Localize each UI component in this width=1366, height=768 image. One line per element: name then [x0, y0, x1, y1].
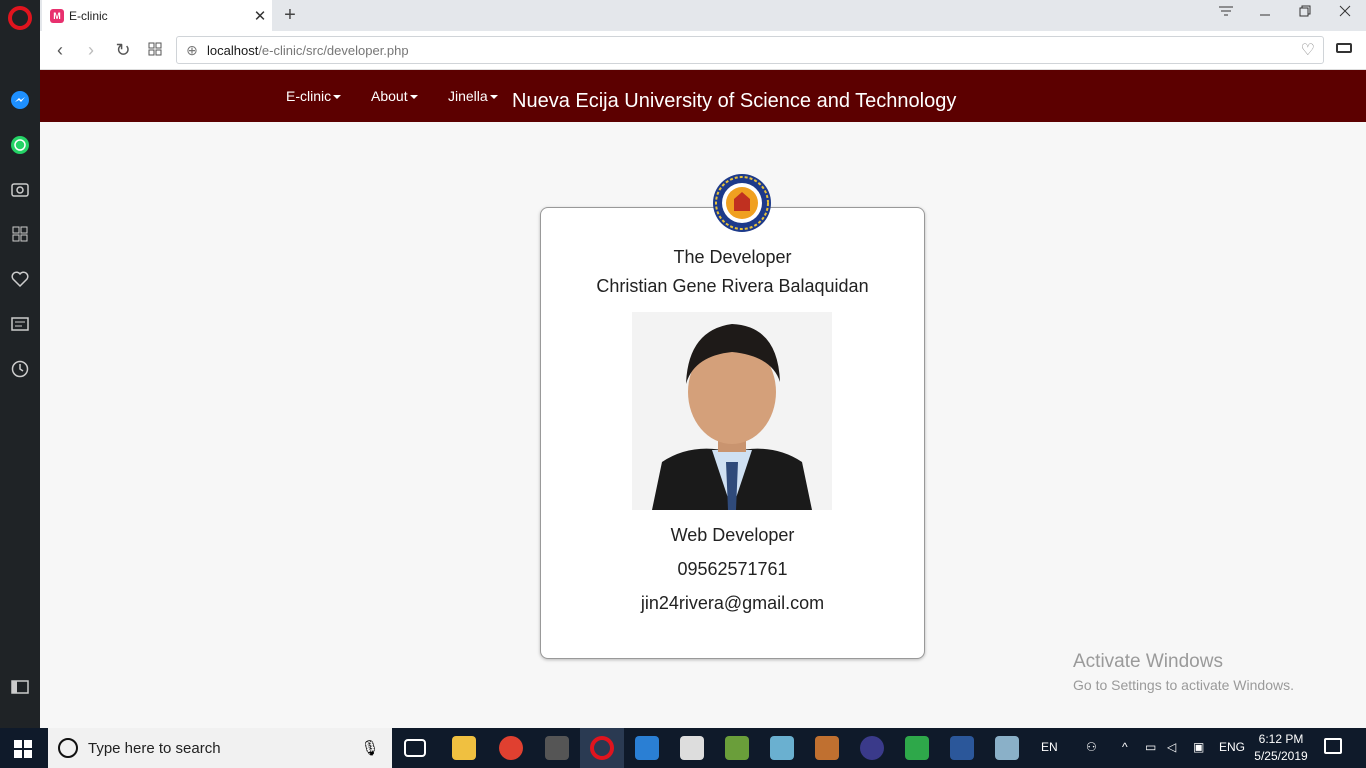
menu-user-label: Jinella — [448, 88, 488, 104]
university-title: Nueva Ecija University of Science and Te… — [512, 90, 957, 112]
search-placeholder: Type here to search — [88, 739, 221, 757]
browser-tab[interactable]: M E-clinic ✕ — [42, 0, 272, 31]
browser-toolbar: ‹ › ↻ ⊕ localhost/e-clinic/src/developer… — [40, 31, 1366, 70]
globe-icon: ⊕ — [186, 41, 198, 58]
university-seal-logo — [712, 173, 772, 233]
tab-title: E-clinic — [69, 8, 108, 23]
app-icon-3[interactable] — [770, 736, 794, 760]
network-icon[interactable]: ▣ — [1193, 740, 1204, 754]
reload-icon[interactable]: ↻ — [112, 39, 134, 61]
opera-sidebar — [0, 0, 40, 728]
url-text: localhost/e-clinic/src/developer.php — [207, 43, 409, 58]
app-icon-5[interactable] — [995, 736, 1019, 760]
cortana-icon — [58, 738, 78, 758]
developer-phone: 09562571761 — [677, 559, 788, 579]
menu-user[interactable]: Jinella — [448, 88, 498, 104]
task-view-icon[interactable] — [404, 739, 426, 757]
app-icon-2[interactable] — [725, 736, 749, 760]
windows-start-icon[interactable] — [14, 740, 32, 758]
caret-down-icon — [333, 95, 342, 100]
url-path: /e-clinic/src/developer.php — [258, 42, 409, 58]
address-bar[interactable]: ⊕ localhost/e-clinic/src/developer.php ♡ — [176, 36, 1324, 64]
microphone-icon[interactable]: 🎙 — [360, 739, 380, 757]
menu-about-label: About — [371, 88, 408, 104]
messenger-icon[interactable] — [8, 88, 32, 112]
restore-icon[interactable] — [1285, 4, 1325, 26]
app-icon-4[interactable] — [815, 736, 839, 760]
notification-icon[interactable] — [1324, 738, 1342, 754]
battery-saver-icon[interactable] — [1336, 43, 1352, 53]
clock-time: 6:12 PM — [1258, 732, 1304, 746]
activate-line2: Go to Settings to activate Windows. — [1073, 677, 1294, 693]
developer-role: Web Developer — [670, 525, 795, 545]
developer-name: Christian Gene Rivera Balaquidan — [596, 276, 869, 296]
page-content: The Developer Christian Gene Rivera Bala… — [40, 122, 1366, 720]
android-studio-icon[interactable] — [905, 736, 929, 760]
speed-dial-icon[interactable] — [8, 222, 32, 246]
minimize-icon[interactable] — [1245, 4, 1285, 26]
taskbar-clock[interactable]: 6:12 PM 5/25/2019 — [1252, 731, 1310, 765]
activate-windows-watermark: Activate Windows Go to Settings to activ… — [1073, 651, 1294, 693]
tabs-grid-icon[interactable] — [144, 39, 166, 61]
caret-down-icon — [409, 95, 418, 100]
site-header: E-clinic About Jinella Nueva Ecija Unive… — [40, 70, 1366, 122]
menu-eclinic-label: E-clinic — [286, 88, 332, 104]
whatsapp-icon[interactable] — [8, 133, 32, 157]
word-icon[interactable] — [950, 736, 974, 760]
eclipse-icon[interactable] — [860, 736, 884, 760]
unity-icon[interactable] — [680, 736, 704, 760]
app-icon-1[interactable] — [545, 736, 569, 760]
developer-card: The Developer Christian Gene Rivera Bala… — [540, 207, 925, 659]
taskbar-search[interactable]: Type here to search 🎙 — [48, 728, 392, 768]
developer-photo — [632, 312, 832, 510]
camera-icon[interactable] — [8, 177, 32, 201]
url-host: localhost — [207, 42, 259, 58]
tab-close-icon[interactable]: ✕ — [248, 7, 272, 25]
card-heading: The Developer — [673, 247, 792, 267]
eclinic-favicon-icon: M — [50, 8, 64, 23]
file-explorer-icon[interactable] — [452, 736, 476, 760]
volume-icon[interactable]: ◁ — [1167, 740, 1176, 754]
opera-taskbar-icon[interactable] — [590, 736, 614, 760]
chrome-icon[interactable] — [499, 736, 523, 760]
menu-eclinic[interactable]: E-clinic — [286, 88, 342, 104]
developer-email: jin24rivera@gmail.com — [640, 593, 825, 613]
menu-about[interactable]: About — [371, 88, 418, 104]
bookmark-heart-icon[interactable]: ♡ — [1301, 40, 1315, 60]
opera-logo-icon[interactable] — [8, 6, 32, 30]
tab-menu-icon[interactable] — [1206, 4, 1246, 26]
caret-down-icon — [489, 95, 498, 100]
back-icon[interactable]: ‹ — [49, 39, 71, 61]
history-clock-icon[interactable] — [8, 357, 32, 381]
window-close-icon[interactable] — [1325, 4, 1365, 26]
tray-chevron-icon[interactable]: ^ — [1122, 740, 1128, 754]
bookmarks-heart-icon[interactable] — [8, 267, 32, 291]
new-tab-icon[interactable]: + — [280, 4, 300, 26]
tab-strip: M E-clinic ✕ + — [40, 0, 1366, 31]
sidebar-toggle-icon[interactable] — [8, 675, 32, 699]
clock-date: 5/25/2019 — [1254, 749, 1308, 763]
activate-line1: Activate Windows — [1073, 651, 1223, 672]
input-lang[interactable]: ENG — [1219, 740, 1245, 754]
forward-icon[interactable]: › — [80, 39, 102, 61]
windows-taskbar: Type here to search 🎙 EN ⚇ ^ ▭ ◁ ▣ ENG 6… — [0, 728, 1366, 768]
news-icon[interactable] — [8, 312, 32, 336]
vscode-icon[interactable] — [635, 736, 659, 760]
battery-icon[interactable]: ▭ — [1145, 740, 1156, 754]
people-icon[interactable]: ⚇ — [1086, 740, 1097, 754]
input-lang-short[interactable]: EN — [1041, 740, 1058, 754]
